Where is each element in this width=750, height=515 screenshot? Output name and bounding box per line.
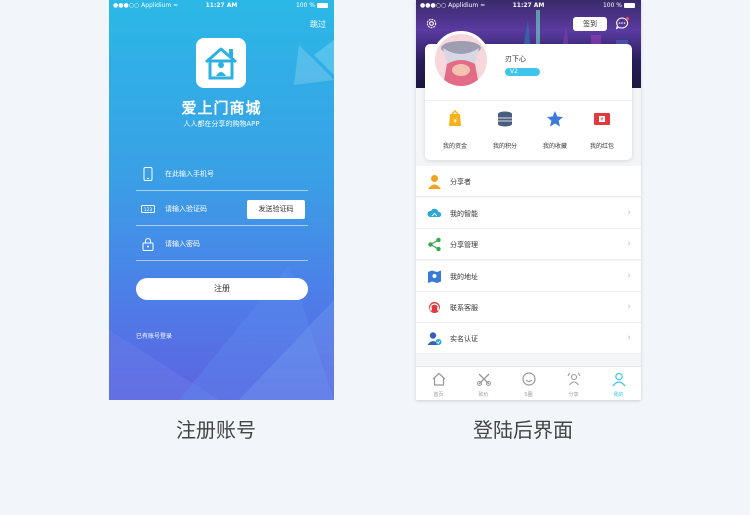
- tab-label: S圈: [524, 392, 533, 398]
- star-icon: [547, 111, 563, 127]
- tab-bargain[interactable]: 砍价: [461, 367, 506, 400]
- tab-label: 砍价: [478, 392, 489, 398]
- share-icon: [428, 237, 441, 252]
- brand-title: 爱上门商城: [181, 99, 262, 117]
- circle-icon: [521, 372, 536, 386]
- vip-badge: V2: [505, 68, 540, 76]
- bargain-icon: [476, 373, 491, 386]
- avatar-image: [435, 34, 487, 86]
- house-icon: [205, 47, 237, 80]
- divider: [425, 100, 632, 101]
- login-link[interactable]: 已有账号登录: [136, 331, 172, 340]
- status-bar: ●●●○○ Applidium ≈ 11:27 AM 100 %: [416, 0, 641, 12]
- brand-subtitle: 人人都在分享的购物APP: [183, 120, 260, 128]
- share-tab-icon: [567, 372, 580, 386]
- svg-text:123: 123: [144, 207, 153, 213]
- password-field[interactable]: 请输入密码: [136, 227, 308, 261]
- battery-icon: [624, 3, 635, 8]
- quick-action-label: 我的资金: [442, 143, 467, 150]
- app-logo: [196, 38, 246, 88]
- wallet-icon: ¥: [449, 109, 461, 126]
- menu-item-sharer[interactable]: 分享者: [416, 166, 641, 197]
- quick-action-funds[interactable]: ¥ 我的资金: [431, 109, 479, 150]
- gear-icon[interactable]: [425, 17, 438, 30]
- chevron-right-icon: ›: [627, 208, 631, 218]
- menu-item-address[interactable]: 我的地址 ›: [416, 261, 641, 292]
- svg-text:¥: ¥: [453, 118, 457, 125]
- quick-action-label: 我的收藏: [542, 143, 567, 150]
- menu-item-customer-service[interactable]: 联系客服 ›: [416, 292, 641, 323]
- phone-icon: [143, 167, 153, 181]
- menu-label: 我的智能: [450, 210, 478, 218]
- quick-action-red-envelope[interactable]: ¥ 我的红包: [578, 110, 626, 150]
- battery-label: 100 %: [602, 2, 622, 9]
- lock-icon: [142, 238, 154, 251]
- headset-icon: [429, 302, 440, 313]
- menu-item-verification[interactable]: 实名认证 ›: [416, 323, 641, 354]
- register-button[interactable]: 注册: [136, 278, 308, 300]
- map-icon: [428, 270, 441, 283]
- skip-link[interactable]: 跳过: [310, 19, 326, 30]
- quick-action-label: 我的红包: [589, 143, 614, 150]
- menu-label: 联系客服: [450, 304, 478, 312]
- code-input[interactable]: 请输入验证码: [165, 204, 207, 214]
- phone-field[interactable]: 在此输入手机号: [136, 157, 308, 191]
- chevron-right-icon: ›: [627, 239, 631, 249]
- status-bar: ●●●○○ Applidium ≈ 11:27 AM 100 %: [109, 0, 334, 12]
- password-input[interactable]: 请输入密码: [165, 239, 200, 249]
- quick-action-favorites[interactable]: 我的收藏: [531, 110, 579, 150]
- tab-share[interactable]: 分享: [551, 367, 596, 400]
- register-screen: ●●●○○ Applidium ≈ 11:27 AM 100 % 跳过 爱上门商…: [109, 0, 334, 400]
- home-icon: [432, 372, 445, 386]
- menu-item-smart[interactable]: 我的智能 ›: [416, 198, 641, 229]
- quick-action-points[interactable]: 我的积分: [481, 110, 529, 150]
- message-icon[interactable]: [615, 17, 629, 30]
- profile-icon: [612, 372, 625, 387]
- red-envelope-icon: ¥: [594, 113, 610, 125]
- profile-screen: ●●●○○ Applidium ≈ 11:27 AM 100 % 签到 刃下心 …: [416, 0, 641, 400]
- tab-label: 分享: [568, 392, 579, 398]
- tab-circle[interactable]: S圈: [506, 367, 551, 400]
- caption-after-login: 登陆后界面: [473, 418, 573, 442]
- avatar[interactable]: [432, 31, 490, 89]
- battery-icon: [317, 3, 328, 8]
- code-field[interactable]: 123 请输入验证码 发送验证码: [136, 192, 308, 226]
- cloud-icon: [427, 208, 442, 217]
- battery-indicator: 100 %: [296, 2, 328, 9]
- verify-icon: [427, 332, 442, 345]
- tab-home[interactable]: 首页: [416, 367, 461, 400]
- coins-icon: [498, 111, 512, 127]
- tab-profile[interactable]: 我的: [596, 367, 641, 400]
- profile-card: 刃下心 V2 ¥ 我的资金 我的积分 我的收藏 ¥ 我的红包: [425, 31, 632, 160]
- tab-label: 我的: [613, 392, 624, 398]
- tab-bar: 首页 砍价 S圈 分享 我的: [416, 366, 641, 400]
- chevron-right-icon: ›: [627, 271, 631, 281]
- menu-label: 我的地址: [450, 273, 478, 281]
- chevron-right-icon: ›: [627, 302, 631, 312]
- phone-input[interactable]: 在此输入手机号: [165, 169, 214, 179]
- menu-item-share-management[interactable]: 分享管理 ›: [416, 229, 641, 260]
- send-code-button[interactable]: 发送验证码: [247, 200, 305, 219]
- menu-label: 分享管理: [450, 241, 478, 249]
- username: 刃下心: [505, 55, 526, 63]
- checkin-button[interactable]: 签到: [573, 17, 607, 31]
- caption-register: 注册账号: [176, 418, 256, 442]
- code-icon: 123: [141, 205, 155, 213]
- tab-label: 首页: [433, 392, 444, 398]
- chevron-right-icon: ›: [627, 333, 631, 343]
- quick-action-label: 我的积分: [492, 143, 517, 150]
- menu-label: 分享者: [450, 178, 471, 186]
- menu-label: 实名认证: [450, 335, 478, 343]
- battery-indicator: 100 %: [603, 2, 635, 9]
- sharer-icon: [428, 175, 441, 189]
- battery-label: 100 %: [295, 2, 315, 9]
- svg-text:¥: ¥: [600, 117, 603, 123]
